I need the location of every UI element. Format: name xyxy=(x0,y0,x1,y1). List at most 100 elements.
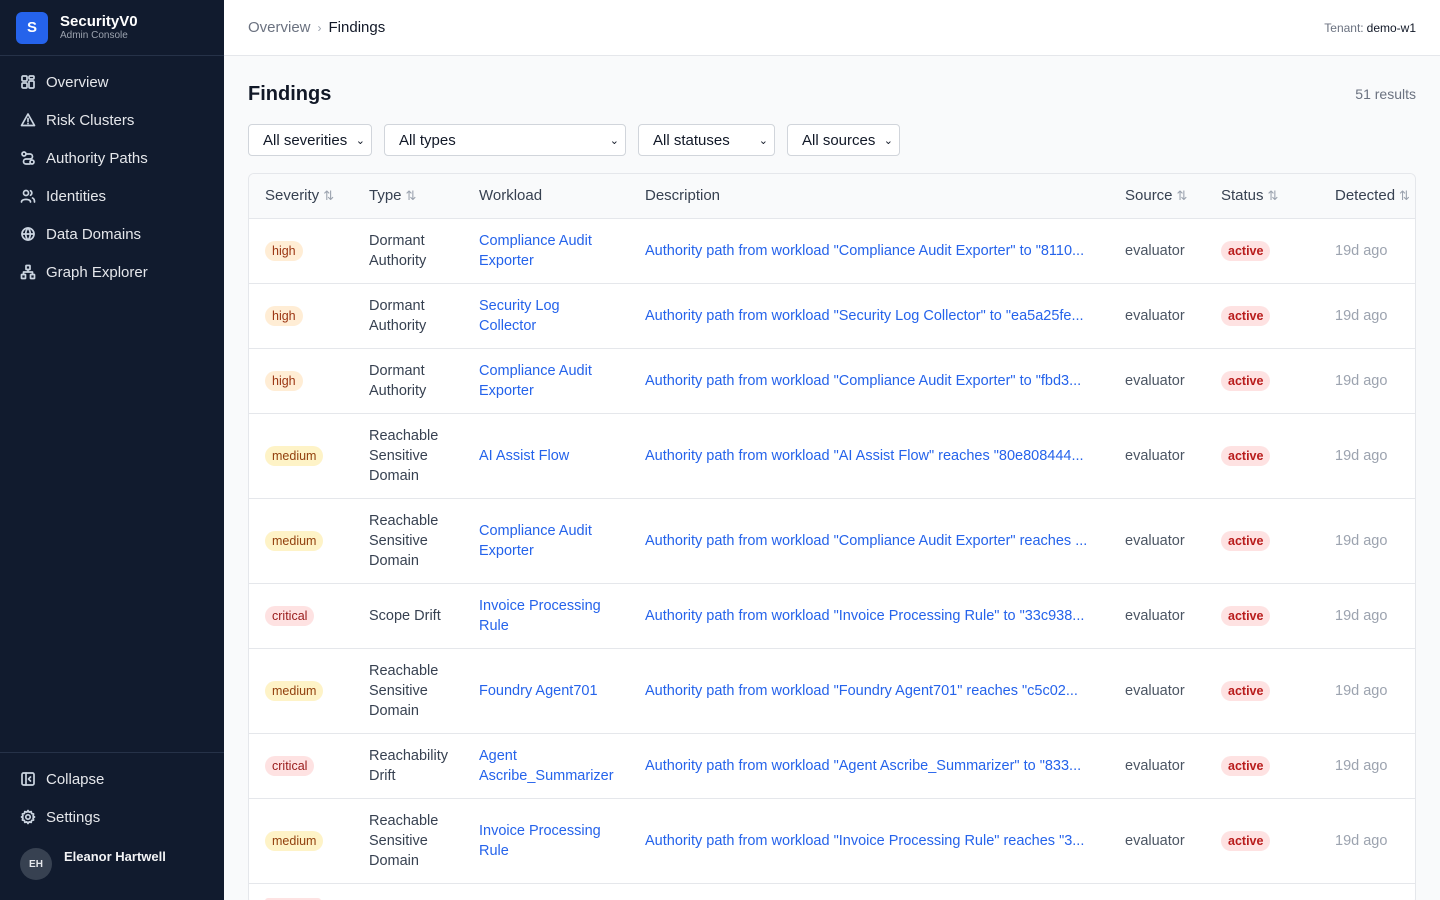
breadcrumb-overview[interactable]: Overview xyxy=(248,19,311,36)
breadcrumb-current: Findings xyxy=(328,19,386,36)
severity-cell: medium xyxy=(249,798,353,884)
brand-text: SecurityV0 Admin Console xyxy=(60,13,138,42)
tenant-indicator: Tenant: demo-w1 xyxy=(1324,21,1416,35)
severity-filter[interactable]: All severities ⌄ xyxy=(248,124,372,156)
description-link[interactable]: Authority path from workload "Security L… xyxy=(629,283,1109,349)
status-badge: active xyxy=(1221,530,1271,551)
empty-cell xyxy=(353,883,463,900)
sidebar-item-graph-explorer[interactable]: Graph Explorer xyxy=(0,253,224,291)
description-link[interactable]: Authority path from workload "Invoice Pr… xyxy=(629,798,1109,884)
description-link[interactable]: Authority path from workload "Compliance… xyxy=(629,348,1109,414)
source-filter[interactable]: All sources ⌄ xyxy=(787,124,900,156)
severity-badge: medium xyxy=(265,530,324,551)
user-menu[interactable]: EH Eleanor Hartwell xyxy=(0,840,224,888)
page-title: Findings xyxy=(248,82,332,105)
column-label: Severity xyxy=(265,187,320,205)
workload-link[interactable]: Compliance Audit Exporter xyxy=(479,363,592,399)
detected-cell: 19d ago xyxy=(1319,283,1415,349)
column-header-source[interactable]: Source ⇅ xyxy=(1109,174,1205,218)
table-row[interactable]: medium Reachable Sensitive Domain Compli… xyxy=(249,498,1415,584)
sidebar-item-identities[interactable]: Identities xyxy=(0,177,224,215)
status-badge: active xyxy=(1221,305,1271,326)
table-row[interactable]: high Dormant Authority Compliance Audit … xyxy=(249,348,1415,414)
description-link[interactable]: Authority path from workload "AI Assist … xyxy=(629,413,1109,499)
table-row[interactable]: critical Scope Drift Invoice Processing … xyxy=(249,583,1415,649)
table-row[interactable]: high Dormant Authority Security Log Coll… xyxy=(249,283,1415,349)
description-link[interactable]: Authority path from workload "Invoice Pr… xyxy=(629,583,1109,649)
status-badge: active xyxy=(1221,240,1271,261)
sidebar-item-label: Overview xyxy=(46,73,109,91)
source-cell: evaluator xyxy=(1109,413,1205,499)
collapse-button[interactable]: Collapse xyxy=(0,760,224,798)
brand[interactable]: S SecurityV0 Admin Console xyxy=(0,0,224,56)
type-cell: Dormant Authority xyxy=(353,283,463,349)
status-cell: active xyxy=(1205,798,1319,884)
tenant-label: Tenant: xyxy=(1324,20,1364,35)
main-content: Findings 51 results All severities ⌄ All … xyxy=(248,56,1416,900)
column-header-type[interactable]: Type ⇅ xyxy=(353,174,463,218)
type-cell: Dormant Authority xyxy=(353,218,463,284)
sidebar-item-data-domains[interactable]: Data Domains xyxy=(0,215,224,253)
type-filter[interactable]: All types ⌄ xyxy=(384,124,626,156)
workload-link[interactable]: Invoice Processing Rule xyxy=(479,823,601,859)
severity-badge: medium xyxy=(265,830,324,851)
chevron-down-icon: ⌄ xyxy=(609,134,619,147)
type-cell: Reachable Sensitive Domain xyxy=(353,798,463,884)
settings-button[interactable]: Settings xyxy=(0,798,224,836)
workload-link[interactable]: AI Assist Flow xyxy=(479,448,569,464)
title-row: Findings 51 results xyxy=(248,56,1416,132)
status-cell: active xyxy=(1205,733,1319,799)
sidebar-item-overview[interactable]: Overview xyxy=(0,63,224,101)
type-filter-value: All types xyxy=(399,131,456,149)
workload-link[interactable]: Compliance Audit Exporter xyxy=(479,233,592,269)
table-row[interactable]: medium Reachable Sensitive Domain Foundr… xyxy=(249,648,1415,734)
users-icon xyxy=(20,189,36,203)
source-cell: evaluator xyxy=(1109,733,1205,799)
status-cell: active xyxy=(1205,283,1319,349)
description-link[interactable]: Authority path from workload "Compliance… xyxy=(629,498,1109,584)
table-row[interactable]: medium Reachable Sensitive Domain AI Ass… xyxy=(249,413,1415,499)
workload-link[interactable]: Foundry Agent701 xyxy=(479,683,598,699)
source-cell: evaluator xyxy=(1109,583,1205,649)
description-link[interactable]: Authority path from workload "Foundry Ag… xyxy=(629,648,1109,734)
sidebar: S SecurityV0 Admin Console Overview Risk… xyxy=(0,0,224,900)
table-row[interactable]: critical Reachability Drift Agent Ascrib… xyxy=(249,733,1415,799)
severity-cell: high xyxy=(249,348,353,414)
workload-link[interactable]: Invoice Processing Rule xyxy=(479,598,601,634)
description-link[interactable]: Authority path from workload "Compliance… xyxy=(629,218,1109,284)
detected-cell: 19d ago xyxy=(1319,348,1415,414)
detected-cell: 19d ago xyxy=(1319,498,1415,584)
workload-link[interactable]: Agent Ascribe_Summarizer xyxy=(479,748,614,784)
table-row[interactable]: high Dormant Authority Compliance Audit … xyxy=(249,218,1415,284)
workload-link[interactable]: Security Log Collector xyxy=(479,298,560,334)
severity-cell: critical xyxy=(249,583,353,649)
sort-icon: ⇅ xyxy=(405,188,417,204)
workload-cell: Compliance Audit Exporter xyxy=(463,498,629,584)
workload-cell: Compliance Audit Exporter xyxy=(463,348,629,414)
column-header-status[interactable]: Status ⇅ xyxy=(1205,174,1319,218)
chevron-right-icon: › xyxy=(317,20,322,35)
detected-cell: 19d ago xyxy=(1319,733,1415,799)
collapse-label: Collapse xyxy=(46,770,105,788)
source-cell: evaluator xyxy=(1109,648,1205,734)
column-header-detected[interactable]: Detected ⇅ xyxy=(1319,174,1415,218)
severity-cell: high xyxy=(249,283,353,349)
source-filter-value: All sources xyxy=(802,131,876,149)
workload-link[interactable]: Compliance Audit Exporter xyxy=(479,523,592,559)
severity-cell: medium xyxy=(249,498,353,584)
status-cell: active xyxy=(1205,348,1319,414)
severity-badge: medium xyxy=(265,445,324,466)
sidebar-item-authority-paths[interactable]: Authority Paths xyxy=(0,139,224,177)
source-cell: evaluator xyxy=(1109,498,1205,584)
column-label: Description xyxy=(645,187,721,205)
table-header-row: Severity ⇅ Type ⇅ Workload Description Sou… xyxy=(249,174,1415,218)
table-body: high Dormant Authority Compliance Audit … xyxy=(249,218,1415,900)
column-header-severity[interactable]: Severity ⇅ xyxy=(249,174,353,218)
description-link[interactable]: Authority path from workload "Agent Ascr… xyxy=(629,733,1109,799)
type-cell: Reachability Drift xyxy=(353,733,463,799)
table-row[interactable]: medium Reachable Sensitive Domain Invoic… xyxy=(249,798,1415,884)
sidebar-item-risk-clusters[interactable]: Risk Clusters xyxy=(0,101,224,139)
sidebar-item-label: Graph Explorer xyxy=(46,263,148,281)
empty-cell xyxy=(463,883,629,900)
status-filter[interactable]: All statuses ⌄ xyxy=(638,124,775,156)
